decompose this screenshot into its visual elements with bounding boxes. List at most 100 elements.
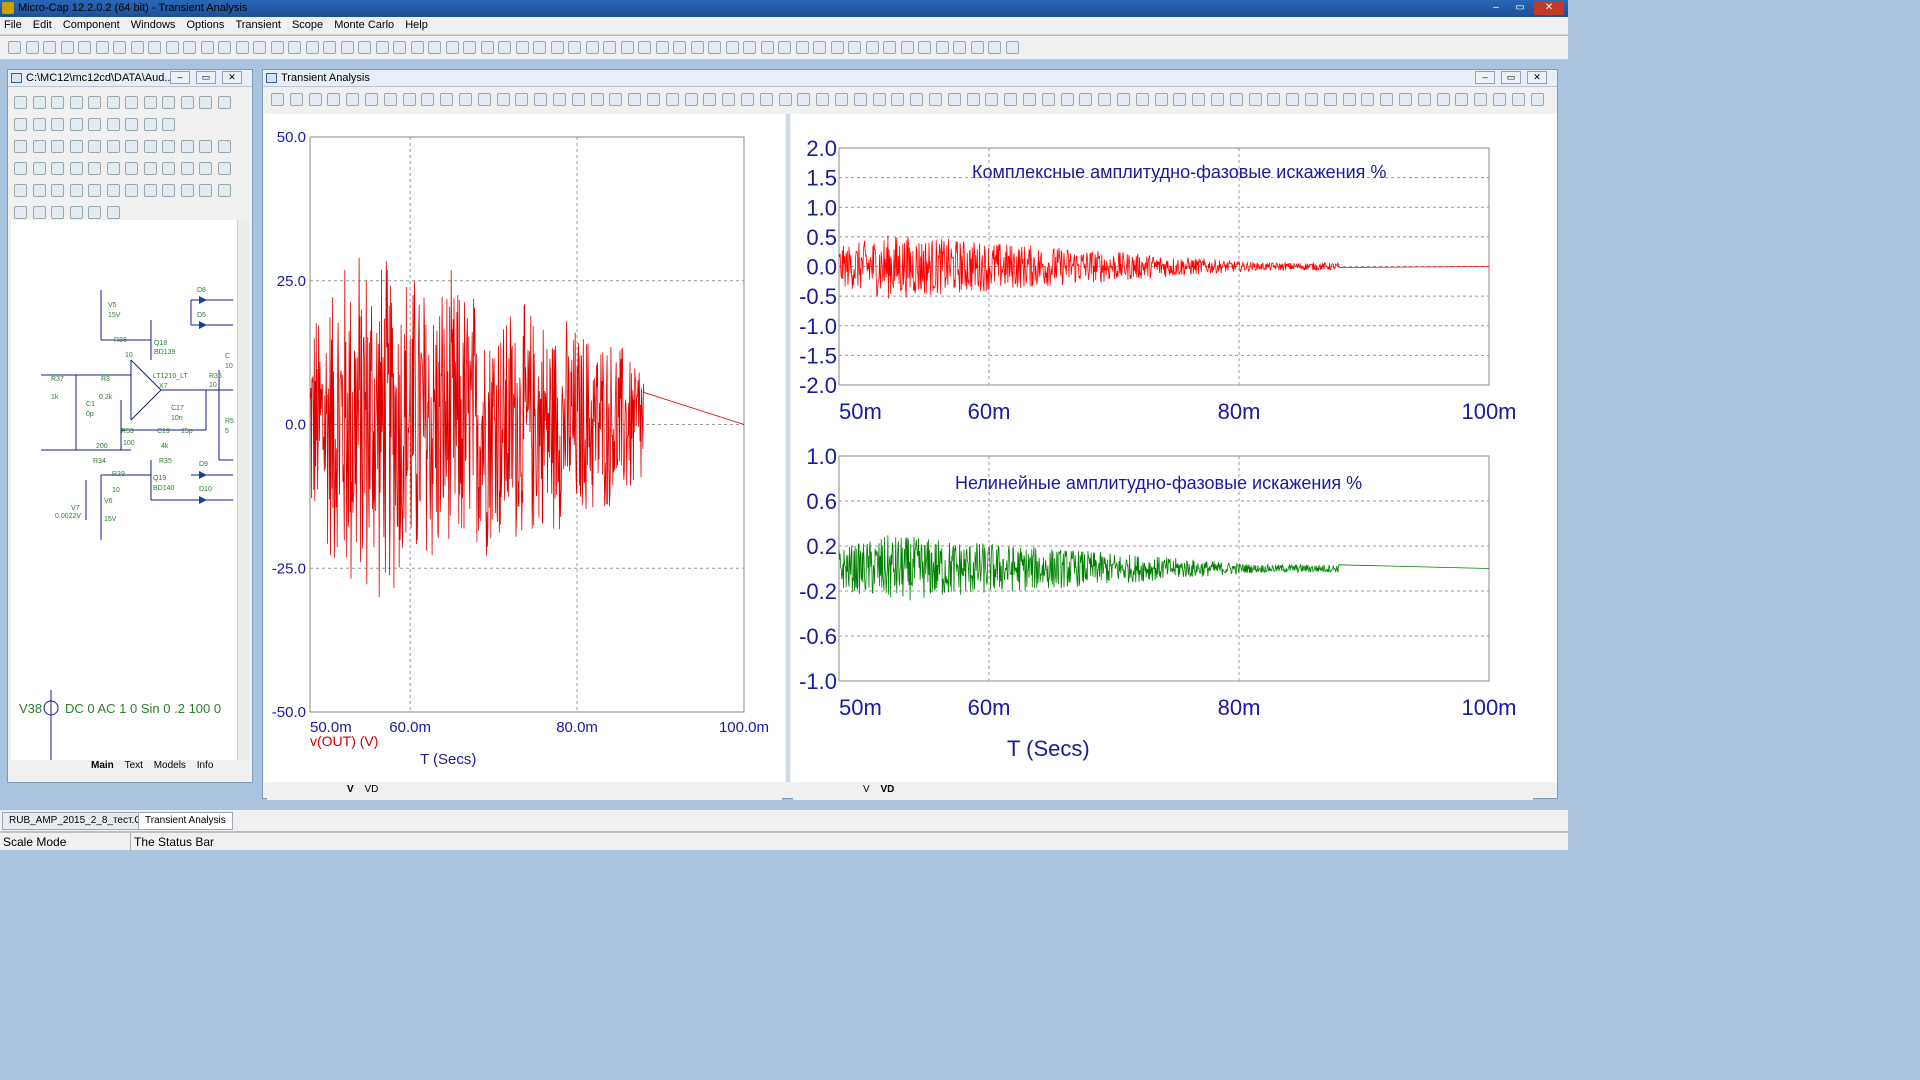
schematic-tool-icon[interactable] (14, 162, 27, 175)
toolbar-button-icon[interactable] (459, 93, 472, 106)
toolbar-button-icon[interactable] (1380, 93, 1394, 106)
toolbar-button-icon[interactable] (183, 41, 196, 54)
toolbar-button-icon[interactable] (78, 41, 91, 54)
toolbar-button-icon[interactable] (865, 41, 879, 54)
schematic-tool-icon[interactable] (32, 140, 46, 153)
toolbar-button-icon[interactable] (813, 41, 826, 54)
toolbar-button-icon[interactable] (947, 93, 961, 106)
schematic-tool-icon[interactable] (143, 162, 157, 175)
toolbar-button-icon[interactable] (900, 41, 914, 54)
toolbar-button-icon[interactable] (270, 41, 284, 54)
toolbar-button-icon[interactable] (1192, 93, 1206, 106)
toolbar-button-icon[interactable] (25, 41, 39, 54)
toolbar-button-icon[interactable] (816, 93, 830, 106)
toolbar-button-icon[interactable] (988, 41, 1001, 54)
schematic-tool-icon[interactable] (51, 140, 64, 153)
toolbar-button-icon[interactable] (655, 41, 669, 54)
toolbar-button-icon[interactable] (130, 41, 144, 54)
toolbar-button-icon[interactable] (428, 41, 441, 54)
tab-text[interactable]: Text (125, 760, 143, 771)
toolbar-button-icon[interactable] (910, 93, 924, 106)
toolbar-button-icon[interactable] (797, 93, 811, 106)
schematic-tool-icon[interactable] (199, 96, 212, 109)
toolbar-button-icon[interactable] (1023, 93, 1036, 106)
schematic-tool-icon[interactable] (217, 184, 231, 197)
schematic-tool-icon[interactable] (88, 162, 101, 175)
toolbar-button-icon[interactable] (340, 41, 354, 54)
right-tab-vd[interactable]: VD (880, 784, 894, 795)
toolbar-button-icon[interactable] (1323, 93, 1337, 106)
schematic-tool-icon[interactable] (162, 96, 175, 109)
toolbar-button-icon[interactable] (620, 41, 634, 54)
toolbar-button-icon[interactable] (1248, 93, 1262, 106)
toolbar-button-icon[interactable] (1305, 93, 1318, 106)
toolbar-button-icon[interactable] (480, 41, 494, 54)
toolbar-button-icon[interactable] (883, 41, 896, 54)
toolbar-button-icon[interactable] (835, 93, 848, 106)
schematic-tool-icon[interactable] (162, 140, 175, 153)
menu-component[interactable]: Component (59, 17, 124, 33)
menu-transient[interactable]: Transient (231, 17, 284, 33)
plot-splitter[interactable] (786, 114, 790, 782)
toolbar-button-icon[interactable] (1342, 93, 1356, 106)
doc-tab-circuit[interactable]: RUB_AMP_2015_2_8_тест.CIR (2, 812, 159, 830)
toolbar-button-icon[interactable] (305, 41, 319, 54)
schematic-tool-icon[interactable] (69, 118, 83, 131)
toolbar-button-icon[interactable] (585, 41, 599, 54)
toolbar-button-icon[interactable] (1005, 41, 1019, 54)
toolbar-button-icon[interactable] (393, 41, 406, 54)
toolbar-button-icon[interactable] (421, 93, 435, 106)
schematic-tool-icon[interactable] (143, 184, 157, 197)
toolbar-button-icon[interactable] (534, 93, 548, 106)
toolbar-button-icon[interactable] (985, 93, 999, 106)
toolbar-button-icon[interactable] (327, 93, 341, 106)
schematic-tool-icon[interactable] (180, 184, 194, 197)
right-tab-v[interactable]: V (863, 784, 870, 795)
schematic-tool-icon[interactable] (32, 96, 46, 109)
toolbar-button-icon[interactable] (830, 41, 844, 54)
schematic-tool-icon[interactable] (69, 184, 83, 197)
toolbar-button-icon[interactable] (743, 41, 756, 54)
schematic-tool-icon[interactable] (69, 206, 83, 219)
toolbar-button-icon[interactable] (795, 41, 809, 54)
doc-tab-transient[interactable]: Transient Analysis (138, 812, 233, 830)
left-tab-vd[interactable]: VD (364, 784, 378, 795)
toolbar-button-icon[interactable] (1530, 93, 1544, 106)
toolbar-button-icon[interactable] (722, 93, 736, 106)
transient-minimize-button[interactable]: – (1475, 71, 1495, 84)
toolbar-button-icon[interactable] (365, 93, 378, 106)
toolbar-button-icon[interactable] (953, 41, 966, 54)
schematic-tool-icon[interactable] (14, 184, 27, 197)
toolbar-button-icon[interactable] (323, 41, 336, 54)
schematic-tool-icon[interactable] (199, 140, 212, 153)
schematic-tool-icon[interactable] (143, 118, 157, 131)
schematic-tool-icon[interactable] (32, 206, 46, 219)
toolbar-button-icon[interactable] (848, 41, 861, 54)
schematic-tool-icon[interactable] (125, 184, 138, 197)
toolbar-button-icon[interactable] (1286, 93, 1300, 106)
schematic-tool-icon[interactable] (51, 184, 64, 197)
toolbar-button-icon[interactable] (1455, 93, 1469, 106)
menu-scope[interactable]: Scope (288, 17, 327, 33)
schematic-tool-icon[interactable] (88, 184, 101, 197)
toolbar-button-icon[interactable] (609, 93, 623, 106)
toolbar-button-icon[interactable] (477, 93, 491, 106)
schematic-tool-icon[interactable] (88, 96, 101, 109)
toolbar-button-icon[interactable] (253, 41, 266, 54)
toolbar-button-icon[interactable] (708, 41, 721, 54)
toolbar-button-icon[interactable] (463, 41, 476, 54)
toolbar-button-icon[interactable] (1436, 93, 1450, 106)
schematic-tool-icon[interactable] (51, 206, 64, 219)
toolbar-button-icon[interactable] (358, 41, 371, 54)
toolbar-button-icon[interactable] (271, 93, 284, 106)
toolbar-button-icon[interactable] (1267, 93, 1281, 106)
schematic-tool-icon[interactable] (51, 96, 64, 109)
toolbar-button-icon[interactable] (289, 93, 303, 106)
toolbar-button-icon[interactable] (1493, 93, 1506, 106)
toolbar-button-icon[interactable] (8, 41, 21, 54)
toolbar-button-icon[interactable] (853, 93, 867, 106)
schematic-tool-icon[interactable] (106, 96, 120, 109)
toolbar-button-icon[interactable] (346, 93, 360, 106)
transient-close-button[interactable]: ✕ (1527, 71, 1547, 84)
close-button[interactable]: ✕ (1534, 1, 1564, 15)
